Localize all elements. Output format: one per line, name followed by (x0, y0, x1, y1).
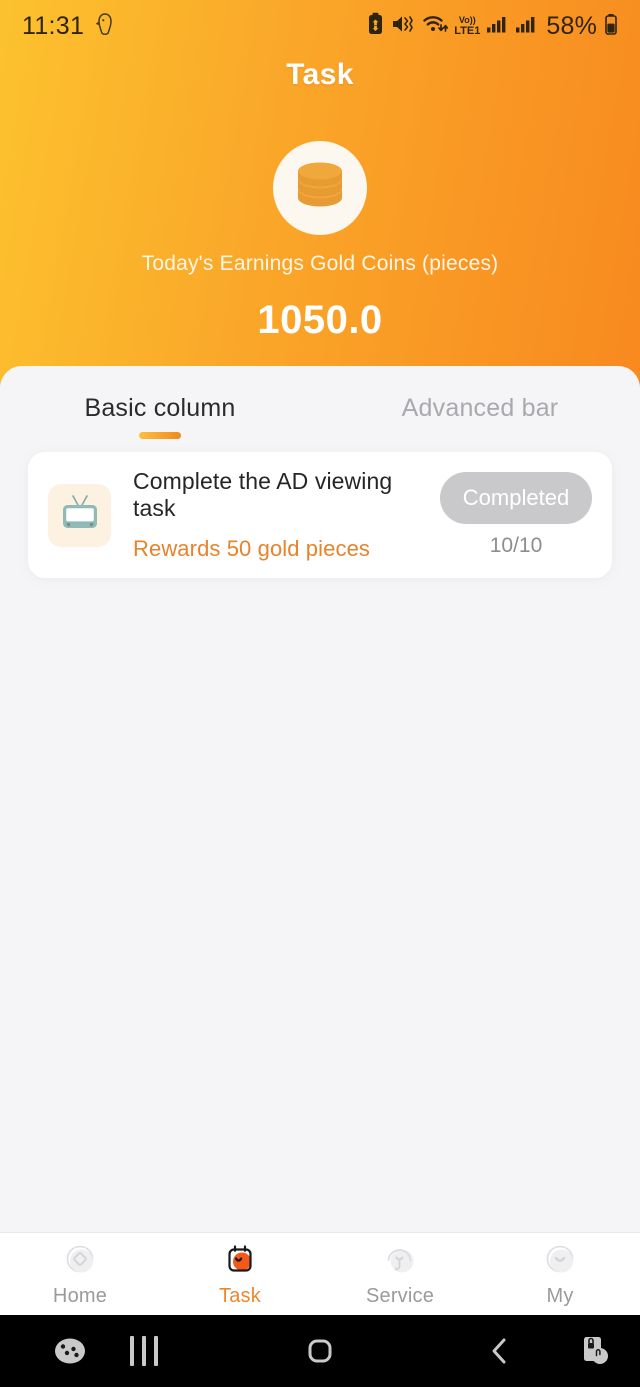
earnings-label: Today's Earnings Gold Coins (pieces) (141, 252, 499, 275)
tab-advanced-bar[interactable]: Advanced bar (320, 386, 640, 452)
battery-percent-label: 58% (546, 11, 597, 40)
content-sheet: Basic column Advanced bar Complete the A… (0, 366, 640, 1232)
nav-item-task[interactable]: Task (160, 1233, 320, 1315)
coin-stack-icon (292, 160, 348, 217)
page-title: Task (286, 58, 354, 91)
signal-sim1-icon (486, 12, 508, 41)
earnings-value: 1050.0 (257, 298, 383, 342)
home-icon[interactable] (272, 1315, 368, 1387)
task-progress: 10/10 (489, 534, 543, 557)
status-bar-left: 11:31 (22, 12, 115, 41)
task-completed-button[interactable]: Completed (440, 472, 592, 524)
retro-tv-icon (57, 490, 103, 541)
volte-lte1-icon: Vo)) LTE1 (454, 14, 481, 37)
tab-basic-column[interactable]: Basic column (0, 386, 320, 452)
task-action-block: Completed 10/10 (440, 472, 592, 558)
status-bar-right: Vo)) LTE1 58% (367, 12, 618, 41)
mute-vibrate-icon (391, 12, 415, 41)
nav-item-home[interactable]: Home (0, 1233, 160, 1315)
tab-advanced-bar-label: Advanced bar (401, 394, 559, 422)
task-text-block: Complete the AD viewing task Rewards 50 … (111, 468, 440, 562)
bottom-navigation: Home Task Service My (0, 1232, 640, 1315)
recents-icon[interactable] (96, 1315, 192, 1387)
nav-item-task-label: Task (219, 1284, 261, 1307)
tab-active-indicator (139, 432, 181, 439)
nav-item-my[interactable]: My (480, 1233, 640, 1315)
task-card[interactable]: Complete the AD viewing task Rewards 50 … (28, 452, 612, 578)
nav-item-service-label: Service (365, 1284, 435, 1307)
nav-item-my-label: My (546, 1284, 574, 1307)
recents-bars (130, 1336, 158, 1366)
chick-icon (95, 12, 115, 41)
wifi-icon (422, 12, 449, 41)
task-title: Complete the AD viewing task (133, 468, 393, 521)
tab-bar: Basic column Advanced bar (0, 386, 640, 452)
status-time: 11:31 (22, 11, 85, 40)
nav-item-home-label: Home (52, 1284, 108, 1307)
signal-sim2-icon (515, 12, 537, 41)
task-thumbnail (48, 483, 111, 547)
headset-service-icon (382, 1241, 418, 1279)
calendar-task-icon (222, 1241, 258, 1279)
status-bar: 11:31 Vo)) LTE1 58% (0, 0, 640, 52)
user-profile-icon (542, 1241, 578, 1279)
tab-basic-column-label: Basic column (84, 394, 236, 422)
nav-item-service[interactable]: Service (320, 1233, 480, 1315)
screen-touch-icon[interactable] (548, 1315, 640, 1387)
system-navigation-bar (0, 1315, 640, 1387)
battery-icon (604, 12, 618, 41)
home-diamond-icon (62, 1241, 98, 1279)
coin-badge (273, 141, 367, 235)
task-reward: Rewards 50 gold pieces (133, 536, 371, 561)
back-icon[interactable] (452, 1315, 548, 1387)
alarm-icon (367, 12, 384, 41)
phone-screen: 11:31 Vo)) LTE1 58% Task Today's Earning… (0, 0, 640, 1387)
